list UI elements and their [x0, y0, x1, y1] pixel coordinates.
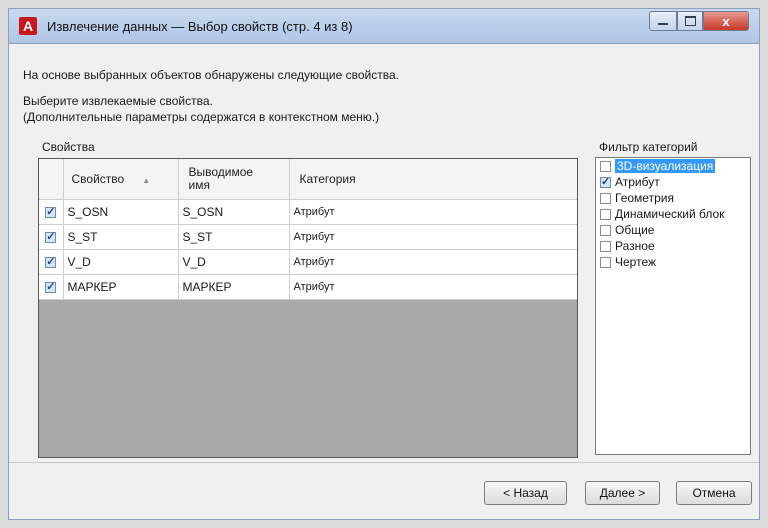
category-cell: Атрибут	[293, 231, 335, 243]
intro-line-found: На основе выбранных объектов обнаружены …	[23, 68, 399, 82]
category-cell: Атрибут	[293, 281, 335, 293]
row-checkbox[interactable]	[45, 280, 57, 294]
category-cell: Атрибут	[293, 256, 335, 268]
filter-item-label: Геометрия	[615, 191, 674, 205]
intro-line-context: (Дополнительные параметры содержатся в к…	[23, 110, 380, 124]
row-checkbox[interactable]	[45, 230, 57, 244]
property-cell: S_OSN	[67, 205, 109, 219]
filter-item-label: Общие	[615, 223, 655, 237]
next-button[interactable]: Далее >	[585, 481, 660, 505]
close-icon: x	[722, 13, 730, 29]
dialog-body: На основе выбранных объектов обнаружены …	[8, 44, 760, 520]
header-property[interactable]: Свойство ▲	[63, 159, 179, 200]
property-cell: S_ST	[67, 230, 98, 244]
filter-item-label: Динамический блок	[615, 207, 725, 221]
filter-item-3d-visualization[interactable]: 3D-визуализация	[596, 158, 750, 174]
cancel-button[interactable]: Отмена	[676, 481, 752, 505]
filter-checkbox[interactable]	[600, 175, 611, 188]
maximize-button[interactable]	[677, 11, 703, 31]
filter-item-label: 3D-визуализация	[615, 159, 716, 173]
button-separator	[9, 462, 759, 463]
filter-checkbox[interactable]	[600, 208, 611, 220]
display-name-cell[interactable]: S_OSN	[179, 205, 289, 219]
table-row[interactable]: МАРКЕР МАРКЕР Атрибут	[39, 274, 577, 300]
header-display-name-label: Выводимое имя	[188, 165, 254, 192]
display-name-cell[interactable]: V_D	[179, 255, 289, 269]
back-button[interactable]: < Назад	[484, 481, 567, 505]
window-title: Извлечение данных — Выбор свойств (стр. …	[47, 19, 353, 34]
header-display-name[interactable]: Выводимое имя	[178, 159, 290, 200]
header-checkbox-column[interactable]	[39, 159, 64, 200]
row-checkbox[interactable]	[45, 205, 57, 219]
minimize-button[interactable]	[649, 11, 677, 31]
header-category[interactable]: Категория	[289, 159, 577, 200]
table-header-row: Свойство ▲ Выводимое имя Категория	[39, 159, 577, 200]
category-filter-list[interactable]: 3D-визуализация Атрибут Геометрия Динами…	[595, 157, 751, 455]
filter-checkbox[interactable]	[600, 256, 611, 268]
table-row[interactable]: S_ST S_ST Атрибут	[39, 224, 577, 250]
display-name-cell[interactable]: S_ST	[179, 230, 289, 244]
intro-line-select: Выберите извлекаемые свойства.	[23, 94, 213, 108]
table-row[interactable]: S_OSN S_OSN Атрибут	[39, 199, 577, 225]
maximize-icon	[684, 16, 696, 26]
filter-checkbox[interactable]	[600, 224, 611, 236]
filter-item-general[interactable]: Общие	[596, 222, 750, 238]
properties-table[interactable]: Свойство ▲ Выводимое имя Категория S_OSN …	[38, 158, 578, 458]
filter-checkbox[interactable]	[600, 160, 611, 172]
category-cell: Атрибут	[293, 206, 335, 218]
filter-item-dynamic-block[interactable]: Динамический блок	[596, 206, 750, 222]
display-name-cell[interactable]: МАРКЕР	[179, 280, 289, 294]
filter-item-misc[interactable]: Разное	[596, 238, 750, 254]
table-row[interactable]: V_D V_D Атрибут	[39, 249, 577, 275]
filter-item-geometry[interactable]: Геометрия	[596, 190, 750, 206]
filter-item-label: Разное	[615, 239, 655, 253]
filter-item-attribute[interactable]: Атрибут	[596, 174, 750, 190]
property-cell: МАРКЕР	[67, 280, 117, 294]
filter-checkbox[interactable]	[600, 240, 611, 252]
header-category-label: Категория	[299, 172, 356, 186]
close-button[interactable]: x	[703, 11, 749, 31]
filter-item-drawing[interactable]: Чертеж	[596, 254, 750, 270]
category-filter-label: Фильтр категорий	[599, 140, 698, 154]
row-checkbox[interactable]	[45, 255, 57, 269]
properties-group-label: Свойства	[42, 140, 95, 154]
filter-checkbox[interactable]	[600, 192, 611, 204]
minimize-icon	[658, 23, 668, 25]
property-cell: V_D	[67, 255, 91, 269]
header-property-label: Свойство	[71, 172, 125, 186]
sort-ascending-icon: ▲	[142, 176, 151, 185]
title-bar[interactable]: A Извлечение данных — Выбор свойств (стр…	[8, 8, 760, 44]
filter-item-label: Атрибут	[615, 175, 660, 189]
window-controls: x	[649, 11, 749, 31]
autocad-logo-icon: A	[19, 17, 37, 35]
filter-item-label: Чертеж	[615, 255, 657, 269]
